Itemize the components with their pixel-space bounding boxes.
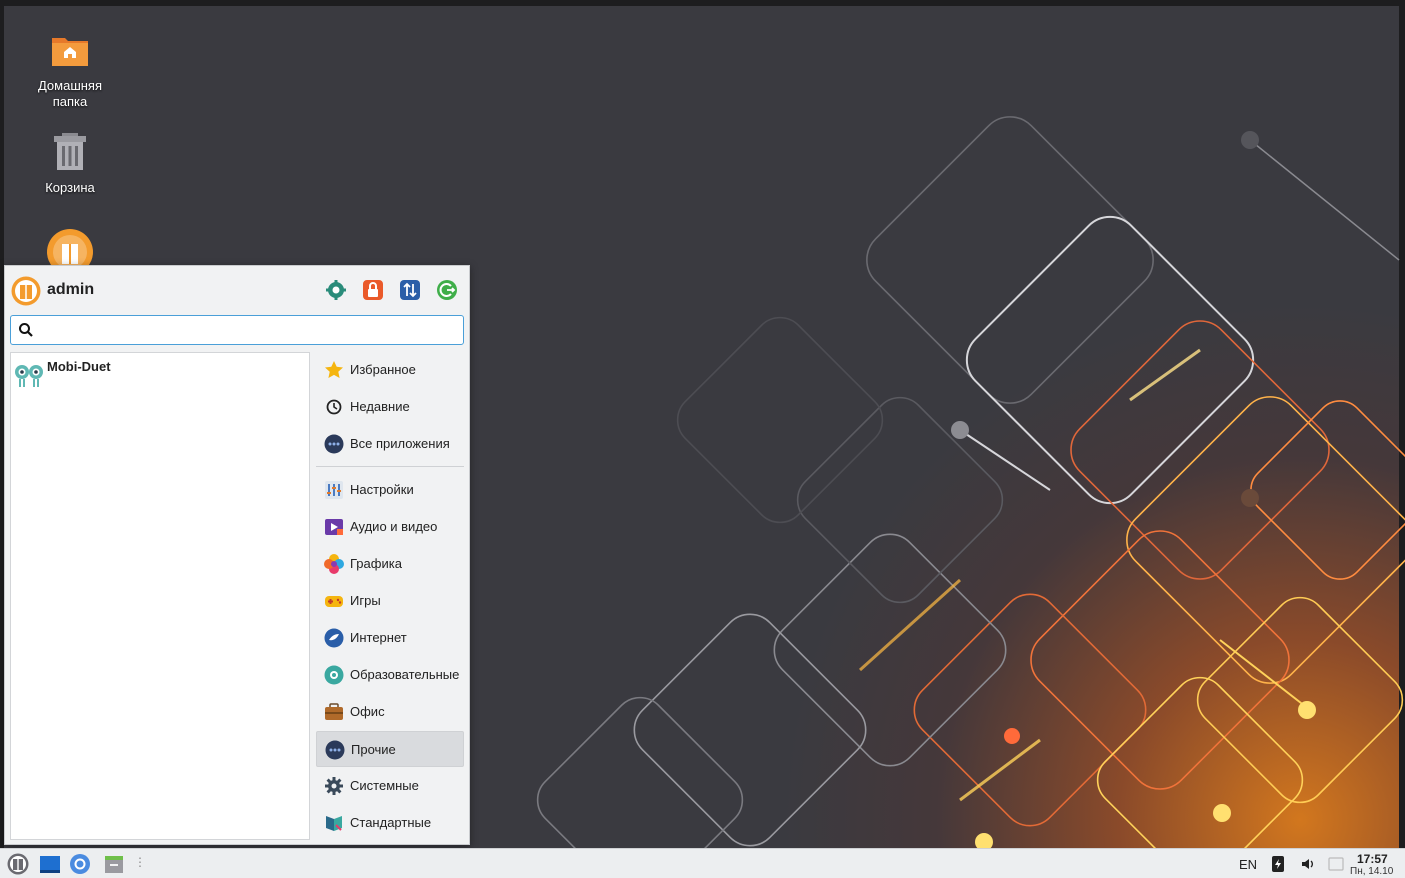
category-internet[interactable]: Интернет — [316, 620, 464, 656]
dots-icon — [324, 434, 344, 454]
user-name: admin — [47, 281, 95, 298]
category-favorites[interactable]: Избранное — [316, 352, 464, 388]
category-label: Графика — [350, 556, 402, 571]
category-label: Недавние — [350, 399, 410, 414]
desktop-icon-trash[interactable]: Корзина — [20, 132, 120, 196]
category-recent[interactable]: Недавние — [316, 389, 464, 425]
category-system[interactable]: Системные — [316, 768, 464, 804]
app-list: Mobi-Duet — [10, 352, 310, 840]
category-education[interactable]: Образовательные — [316, 657, 464, 693]
logout-icon[interactable] — [436, 279, 458, 301]
browser-icon[interactable] — [69, 853, 91, 875]
gear-icon — [325, 777, 343, 795]
category-label: Прочие — [351, 742, 396, 757]
application-menu: admin Mobi-Duet Избранное Недавние Все п… — [4, 265, 470, 845]
media-icon — [325, 519, 343, 535]
category-label: Интернет — [350, 630, 407, 645]
show-desktop-icon[interactable] — [39, 853, 61, 875]
category-all-apps[interactable]: Все приложения — [316, 426, 464, 462]
mobi-duet-icon — [15, 365, 43, 387]
file-manager-icon[interactable] — [103, 853, 125, 875]
battery-icon[interactable] — [1270, 855, 1286, 873]
category-label: Настройки — [350, 482, 414, 497]
app-label: Mobi-Duet — [47, 359, 111, 374]
clock-time[interactable]: 17:57 — [1357, 852, 1388, 866]
taskbar-separator: ⋮ — [134, 855, 146, 869]
category-label: Аудио и видео — [350, 519, 438, 534]
category-audio-video[interactable]: Аудио и видео — [316, 509, 464, 545]
accessories-icon — [326, 816, 342, 831]
notification-icon[interactable] — [1328, 857, 1344, 871]
clock-date[interactable]: Пн, 14.10 — [1350, 866, 1393, 877]
category-label: Системные — [350, 778, 419, 793]
category-label: Офис — [350, 704, 385, 719]
user-avatar-icon[interactable] — [11, 276, 41, 306]
category-label: Стандартные — [350, 815, 432, 830]
clock-icon — [326, 399, 342, 415]
settings-icon[interactable] — [325, 279, 347, 301]
volume-icon[interactable] — [1300, 856, 1316, 872]
search-icon — [19, 323, 33, 337]
dots-icon — [325, 740, 345, 760]
home-folder-icon — [20, 30, 120, 74]
games-icon — [325, 596, 343, 607]
search-input[interactable] — [39, 319, 453, 343]
category-other[interactable]: Прочие — [316, 731, 464, 767]
switch-user-icon[interactable] — [399, 279, 421, 301]
menu-header: admin — [5, 266, 471, 314]
star-icon — [325, 361, 343, 378]
category-list: Избранное Недавние Все приложения Настро… — [316, 352, 466, 840]
category-settings[interactable]: Настройки — [316, 472, 464, 508]
keyboard-layout-indicator[interactable]: EN — [1239, 857, 1257, 872]
office-icon — [325, 703, 343, 720]
trash-icon — [20, 132, 120, 176]
menu-logo-icon[interactable] — [7, 853, 29, 875]
category-label: Избранное — [350, 362, 416, 377]
category-label: Образовательные — [350, 667, 460, 682]
graphics-icon — [324, 554, 344, 574]
list-item-mobi-duet[interactable]: Mobi-Duet — [13, 357, 303, 393]
category-accessories[interactable]: Стандартные — [316, 805, 464, 841]
internet-icon — [324, 628, 344, 648]
lock-icon[interactable] — [362, 279, 384, 301]
category-label: Все приложения — [350, 436, 450, 451]
settings-panel-icon — [325, 481, 343, 499]
desktop-icon-home[interactable]: Домашняя папка — [20, 30, 120, 110]
search-box — [10, 315, 464, 345]
taskbar: ⋮ EN 17:57 Пн, 14.10 — [0, 848, 1405, 878]
category-office[interactable]: Офис — [316, 694, 464, 730]
desktop-icon-label: Корзина — [45, 180, 95, 195]
category-label: Игры — [350, 593, 381, 608]
category-graphics[interactable]: Графика — [316, 546, 464, 582]
category-games[interactable]: Игры — [316, 583, 464, 619]
education-icon — [324, 665, 344, 685]
desktop-icon-label: Домашняя папка — [37, 78, 103, 109]
category-separator — [316, 466, 464, 467]
